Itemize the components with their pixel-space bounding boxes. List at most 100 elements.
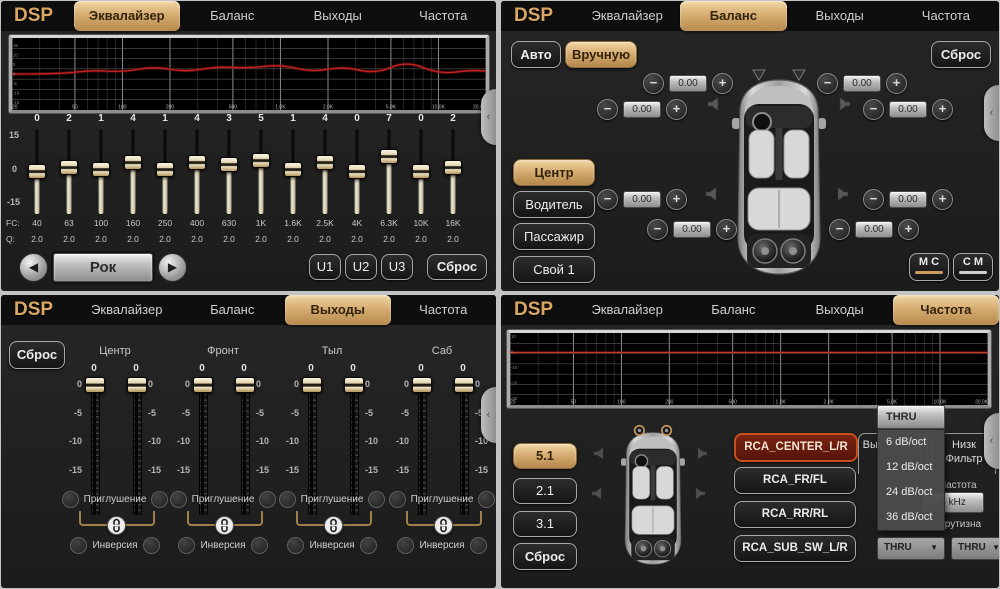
eq-slider-knob[interactable] [444,160,462,175]
tab-equalizer[interactable]: Эквалайзер [74,295,180,325]
delay-plus-button[interactable]: + [712,73,733,94]
mute-right-button[interactable] [478,491,495,508]
eq-slider-knob[interactable] [252,153,270,168]
delay-minus-button[interactable]: − [597,99,618,120]
delay-minus-button[interactable]: − [597,189,618,210]
mode-2-1-button[interactable]: 2.1 [513,478,577,504]
tab-balance[interactable]: Баланс [180,1,286,31]
drawer-handle[interactable]: ‹ [984,413,999,469]
eq-slider-knob[interactable] [284,162,302,177]
delay-plus-button[interactable]: + [886,73,907,94]
delay-minus-button[interactable]: − [647,219,668,240]
mute-right-button[interactable] [368,491,385,508]
delay-minus-button[interactable]: − [829,219,850,240]
invert-right-button[interactable] [143,537,160,554]
delay-plus-button[interactable]: + [666,99,687,120]
freq-reset-button[interactable]: Сброс [513,543,577,570]
balance-auto-button[interactable]: Авто [511,41,561,68]
output-slider-knob[interactable] [85,377,105,393]
memory-u3-button[interactable]: U3 [381,254,413,280]
dropdown-option-3[interactable]: 24 dB/oct [878,480,944,505]
invert-right-button[interactable] [470,537,487,554]
invert-left-button[interactable] [70,537,87,554]
tab-equalizer[interactable]: Эквалайзер [74,1,180,31]
delay-minus-button[interactable]: − [863,99,884,120]
preset-prev-button[interactable]: ◀ [19,253,48,282]
delay-minus-button[interactable]: − [863,189,884,210]
mute-right-button[interactable] [259,491,276,508]
preset-next-button[interactable]: ▶ [158,253,187,282]
mute-left-button[interactable] [62,491,79,508]
position-button-1[interactable]: Центр [513,159,595,186]
link-button[interactable] [324,516,343,535]
mute-left-button[interactable] [279,491,296,508]
tab-balance[interactable]: Баланс [180,295,286,325]
preset-display[interactable]: Рок [53,253,153,282]
rca-button-4[interactable]: RCA_SUB_SW_L/R [734,535,856,562]
position-button-2[interactable]: Водитель [513,191,595,218]
mute-left-button[interactable] [170,491,187,508]
tab-frequency[interactable]: Частота [893,1,999,31]
eq-slider-knob[interactable] [188,155,206,170]
eq-slider-knob[interactable] [412,164,430,179]
link-button[interactable] [107,516,126,535]
dropdown-option-4[interactable]: 36 dB/oct [878,505,944,530]
balance-reset-button[interactable]: Сброс [931,41,991,68]
delay-minus-button[interactable]: − [643,73,664,94]
eq-slider-knob[interactable] [156,162,174,177]
tab-outputs[interactable]: Выходы [285,295,391,325]
drawer-handle[interactable]: ‹ [481,387,496,443]
output-slider-knob[interactable] [127,377,147,393]
unit-mc-button[interactable]: M C [909,253,949,281]
eq-reset-button[interactable]: Сброс [427,254,487,280]
link-button[interactable] [215,516,234,535]
output-slider-knob[interactable] [454,377,474,393]
mode-5-1-button[interactable]: 5.1 [513,443,577,469]
eq-slider-knob[interactable] [92,162,110,177]
tab-frequency[interactable]: Частота [893,295,999,325]
invert-left-button[interactable] [397,537,414,554]
output-slider-knob[interactable] [235,377,255,393]
delay-minus-button[interactable]: − [817,73,838,94]
output-slider-knob[interactable] [193,377,213,393]
memory-u2-button[interactable]: U2 [345,254,377,280]
dropdown-option-1[interactable]: 6 dB/oct [878,430,944,455]
rca-button-2[interactable]: RCA_FR/FL [734,467,856,494]
tab-equalizer[interactable]: Эквалайзер [574,1,680,31]
position-button-4[interactable]: Свой 1 [513,256,595,283]
delay-plus-button[interactable]: + [932,99,953,120]
invert-right-button[interactable] [360,537,377,554]
mode-3-1-button[interactable]: 3.1 [513,511,577,537]
rca-button-1[interactable]: RCA_CENTER_L/R [734,433,858,462]
dropdown-option-2[interactable]: 12 dB/oct [878,455,944,480]
tab-equalizer[interactable]: Эквалайзер [574,295,680,325]
output-slider-knob[interactable] [412,377,432,393]
memory-u1-button[interactable]: U1 [309,254,341,280]
eq-slider-knob[interactable] [380,149,398,164]
slope-select-high[interactable]: ▼ THRU [877,537,945,560]
output-slider-knob[interactable] [344,377,364,393]
tab-outputs[interactable]: Выходы [285,1,391,31]
slope-dropdown-selected[interactable]: THRU [877,405,945,429]
eq-slider-knob[interactable] [348,164,366,179]
tab-outputs[interactable]: Выходы [787,295,893,325]
invert-left-button[interactable] [287,537,304,554]
mute-left-button[interactable] [389,491,406,508]
delay-plus-button[interactable]: + [932,189,953,210]
rca-button-3[interactable]: RCA_RR/RL [734,501,856,528]
output-slider-knob[interactable] [302,377,322,393]
invert-right-button[interactable] [251,537,268,554]
eq-slider-knob[interactable] [220,157,238,172]
tab-outputs[interactable]: Выходы [787,1,893,31]
link-button[interactable] [434,516,453,535]
tab-balance[interactable]: Баланс [680,1,786,31]
balance-manual-button[interactable]: Вручную [565,41,637,68]
eq-slider-knob[interactable] [28,164,46,179]
tab-frequency[interactable]: Частота [391,1,497,31]
delay-plus-button[interactable]: + [716,219,737,240]
eq-slider-knob[interactable] [60,160,78,175]
drawer-handle[interactable]: ‹ [481,89,496,145]
tab-balance[interactable]: Баланс [680,295,786,325]
outputs-reset-button[interactable]: Сброс [9,341,65,369]
drawer-handle[interactable]: ‹ [984,85,999,141]
